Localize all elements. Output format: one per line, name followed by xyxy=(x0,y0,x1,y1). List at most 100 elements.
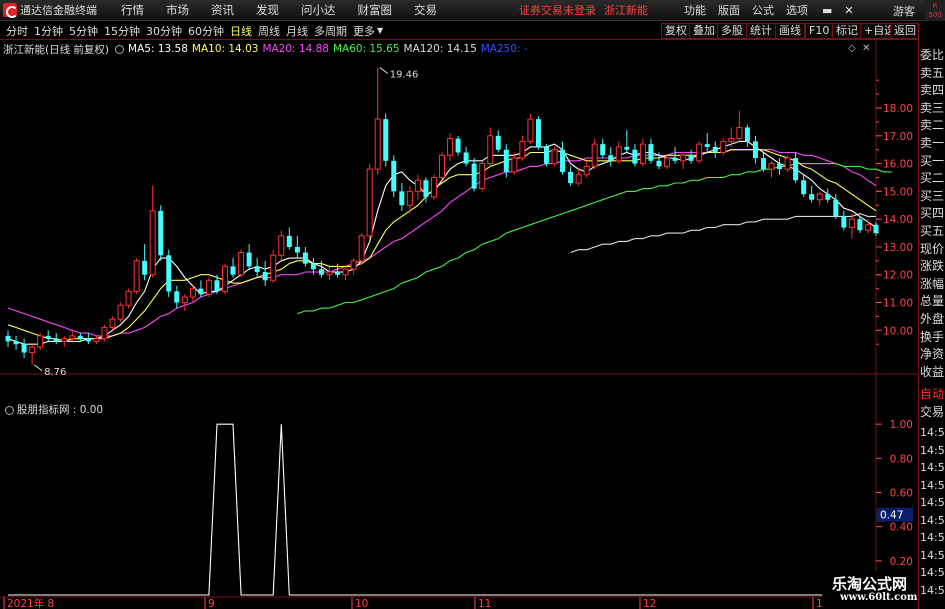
candle[interactable] xyxy=(857,216,863,234)
candle[interactable] xyxy=(189,285,196,303)
sidebar-item[interactable]: 卖三 xyxy=(920,99,945,117)
tf-multi[interactable]: 多周期 xyxy=(314,23,347,39)
tf-1min[interactable]: 1分钟 xyxy=(34,23,63,39)
candle[interactable] xyxy=(624,130,630,153)
sidebar-item[interactable]: 买三 xyxy=(920,187,945,205)
candle[interactable] xyxy=(720,138,727,156)
sidebar-item[interactable]: 换手 xyxy=(920,328,945,346)
candle[interactable] xyxy=(21,338,27,359)
r500-badge[interactable]: R 500 xyxy=(925,0,945,21)
sidebar-item[interactable]: 净资 xyxy=(920,345,945,363)
candle[interactable] xyxy=(93,335,100,345)
candle[interactable] xyxy=(608,146,614,167)
sidebar-lower-item[interactable]: 交易 xyxy=(920,403,945,421)
candle[interactable] xyxy=(841,210,847,231)
candle[interactable] xyxy=(286,227,292,250)
candle[interactable] xyxy=(784,155,791,172)
menu-gongshi[interactable]: 公式 xyxy=(752,2,774,18)
candle[interactable] xyxy=(648,138,654,164)
stock-label[interactable]: 浙江新能(日线 前复权) xyxy=(3,42,109,57)
indicator-settings-icon[interactable] xyxy=(5,405,14,415)
menu-caifuquan[interactable]: 财富圈 xyxy=(358,2,393,18)
close-panel-icon[interactable]: ✕ xyxy=(862,43,870,54)
sidebar-item[interactable]: 涨幅 xyxy=(920,275,945,293)
candle[interactable] xyxy=(238,249,245,278)
candle[interactable] xyxy=(391,155,397,197)
candle[interactable] xyxy=(294,235,300,259)
candle[interactable] xyxy=(688,149,694,164)
candle[interactable] xyxy=(198,280,204,297)
candle[interactable] xyxy=(527,113,534,145)
tf-weekly[interactable]: 周线 xyxy=(258,23,280,39)
candle[interactable] xyxy=(560,141,566,175)
fuquan-button[interactable]: 复权 xyxy=(661,23,691,39)
sidebar-item[interactable]: 总量 xyxy=(920,292,945,310)
candle[interactable] xyxy=(632,144,638,167)
candle[interactable] xyxy=(583,160,590,178)
candle[interactable] xyxy=(85,333,91,345)
candle[interactable] xyxy=(455,135,461,156)
candle[interactable] xyxy=(825,188,831,203)
candle[interactable] xyxy=(471,158,477,192)
sidebar-item[interactable]: 买五 xyxy=(920,222,945,240)
candle[interactable] xyxy=(768,160,775,178)
candle[interactable] xyxy=(262,260,268,286)
candle[interactable] xyxy=(374,67,381,175)
candle[interactable] xyxy=(712,141,718,159)
candles[interactable] xyxy=(5,67,879,365)
login-notice[interactable]: 证券交易未登录 xyxy=(519,2,596,18)
tongji-button[interactable]: 统计 xyxy=(746,23,776,39)
candle[interactable] xyxy=(77,333,83,342)
candle[interactable] xyxy=(358,233,365,264)
candle[interactable] xyxy=(350,258,357,275)
candle[interactable] xyxy=(801,174,807,197)
sidebar-item[interactable]: 卖一 xyxy=(920,134,945,152)
candle[interactable] xyxy=(61,335,68,347)
candle[interactable] xyxy=(142,244,148,281)
candle[interactable] xyxy=(53,333,59,345)
more-dropdown-icon[interactable]: ▼ xyxy=(377,26,383,35)
sidebar-item[interactable]: 收益 xyxy=(920,363,945,381)
candle[interactable] xyxy=(366,163,373,239)
candle[interactable] xyxy=(519,135,526,161)
tf-more[interactable]: 更多 xyxy=(353,23,375,39)
menu-gongneng[interactable]: 功能 xyxy=(684,2,706,18)
menu-shichang[interactable]: 市场 xyxy=(166,2,189,18)
back-button[interactable]: 返回 xyxy=(890,23,920,39)
tf-15min[interactable]: 15分钟 xyxy=(104,23,140,39)
candle[interactable] xyxy=(45,330,51,342)
candle[interactable] xyxy=(487,127,494,167)
candle[interactable] xyxy=(543,144,549,167)
guest-label[interactable]: 游客 xyxy=(893,3,915,19)
tf-monthly[interactable]: 月线 xyxy=(286,23,308,39)
sidebar-item[interactable]: 涨跌 xyxy=(920,257,945,275)
candle[interactable] xyxy=(37,333,44,350)
menu-faxian[interactable]: 发现 xyxy=(256,2,279,18)
diamond-icon[interactable]: ◇ xyxy=(848,43,856,54)
sidebar-item[interactable]: 委比 xyxy=(920,46,945,64)
menu-xuanxiang[interactable]: 选项 xyxy=(786,2,808,18)
candle[interactable] xyxy=(5,330,11,347)
candle[interactable] xyxy=(181,294,188,311)
candle[interactable] xyxy=(568,166,574,186)
candle[interactable] xyxy=(383,113,389,167)
candle[interactable] xyxy=(133,258,140,295)
candle[interactable] xyxy=(302,246,308,267)
candle[interactable] xyxy=(326,266,333,281)
candle[interactable] xyxy=(591,138,598,170)
tf-60min[interactable]: 60分钟 xyxy=(188,23,224,39)
candle[interactable] xyxy=(222,263,229,295)
menu-jiaoyi[interactable]: 交易 xyxy=(414,2,437,18)
candle[interactable] xyxy=(575,169,582,186)
tf-daily[interactable]: 日线 xyxy=(230,23,252,39)
sidebar-item[interactable]: 卖五 xyxy=(920,64,945,82)
tf-fenshi[interactable]: 分时 xyxy=(6,23,28,39)
candle[interactable] xyxy=(166,249,172,297)
candle[interactable] xyxy=(430,174,437,200)
candle[interactable] xyxy=(848,213,855,239)
candle[interactable] xyxy=(615,141,622,164)
candle[interactable] xyxy=(809,185,815,203)
kline-chart[interactable]: 18.00 17.00 16.00 15.00 14.00 13.00 12.00 11.00… xyxy=(0,40,918,609)
candle[interactable] xyxy=(13,335,19,350)
menu-zixun[interactable]: 资讯 xyxy=(211,2,234,18)
